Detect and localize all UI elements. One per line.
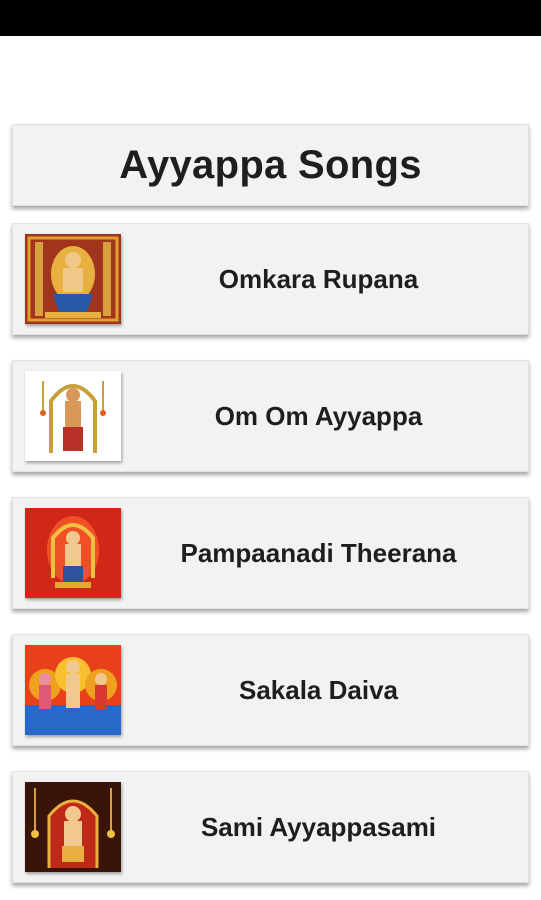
title-card: Ayyappa Songs (12, 124, 529, 206)
song-thumbnail-5 (25, 782, 121, 872)
song-title: Om Om Ayyappa (214, 400, 423, 431)
song-title: Sakala Daiva (238, 674, 398, 705)
status-bar (0, 0, 541, 36)
song-thumbnail-2 (25, 371, 121, 461)
song-title: Sami Ayyappasami (200, 811, 437, 842)
song-item-omkara-rupana[interactable]: Omkara Rupana (12, 223, 529, 335)
song-item-sami-ayyappasami[interactable]: Sami Ayyappasami (12, 771, 529, 883)
song-thumbnail-1 (25, 234, 121, 324)
song-thumbnail-4 (25, 645, 121, 735)
song-title: Pampaanadi Theerana (180, 537, 457, 568)
song-item-sakala-daiva[interactable]: Sakala Daiva (12, 634, 529, 746)
song-thumbnail-3 (25, 508, 121, 598)
page-title: Ayyappa Songs (119, 142, 422, 187)
song-item-om-om-ayyappa[interactable]: Om Om Ayyappa (12, 360, 529, 472)
song-title: Omkara Rupana (218, 263, 419, 294)
song-item-pampaanadi-theerana[interactable]: Pampaanadi Theerana (12, 497, 529, 609)
